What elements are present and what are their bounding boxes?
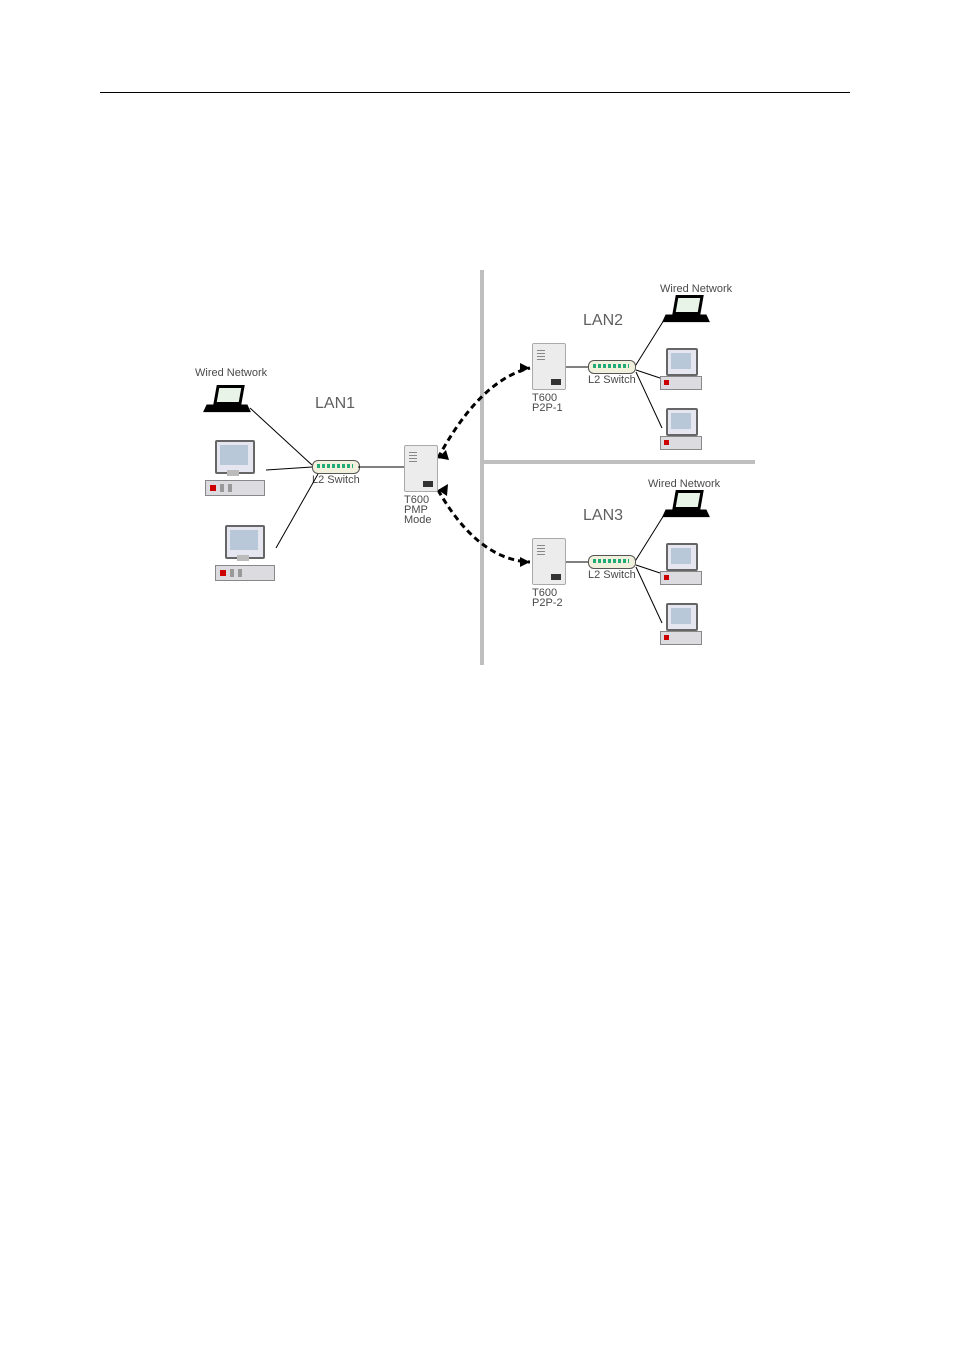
lan2-title: LAN2	[583, 312, 623, 330]
desktop-icon	[660, 603, 700, 643]
desktop-icon	[660, 408, 700, 448]
ap-device-icon	[532, 343, 566, 390]
ap-device-icon	[404, 445, 438, 492]
lan2-switch-label: L2 Switch	[588, 374, 636, 386]
laptop-icon	[664, 295, 709, 327]
switch-icon	[588, 555, 636, 569]
ap-device-icon	[532, 538, 566, 585]
lan3-title: LAN3	[583, 507, 623, 525]
page: LAN1 Wired Network L2 Switch	[0, 0, 954, 1348]
switch-icon	[588, 360, 636, 374]
lan3-switch-label: L2 Switch	[588, 569, 636, 581]
desktop-icon	[205, 440, 265, 495]
laptop-icon	[664, 490, 709, 522]
desktop-icon	[660, 543, 700, 583]
lan1-title: LAN1	[315, 395, 355, 413]
lan3-wired-label: Wired Network	[648, 478, 720, 490]
lan3-ap-label-2: P2P-2	[532, 597, 563, 609]
lan1-switch-label: L2 Switch	[312, 474, 360, 486]
header-divider	[100, 92, 850, 93]
lan1-wired-label: Wired Network	[195, 367, 267, 379]
horizontal-separator	[480, 460, 755, 464]
laptop-icon	[205, 385, 250, 417]
desktop-icon	[660, 348, 700, 388]
lan2-wired-label: Wired Network	[660, 283, 732, 295]
vertical-separator	[480, 270, 484, 665]
lan2-ap-label-2: P2P-1	[532, 402, 563, 414]
switch-icon	[312, 460, 360, 474]
connections-svg	[0, 0, 954, 1348]
desktop-icon	[215, 525, 275, 580]
central-ap-label-3: Mode	[404, 514, 432, 526]
